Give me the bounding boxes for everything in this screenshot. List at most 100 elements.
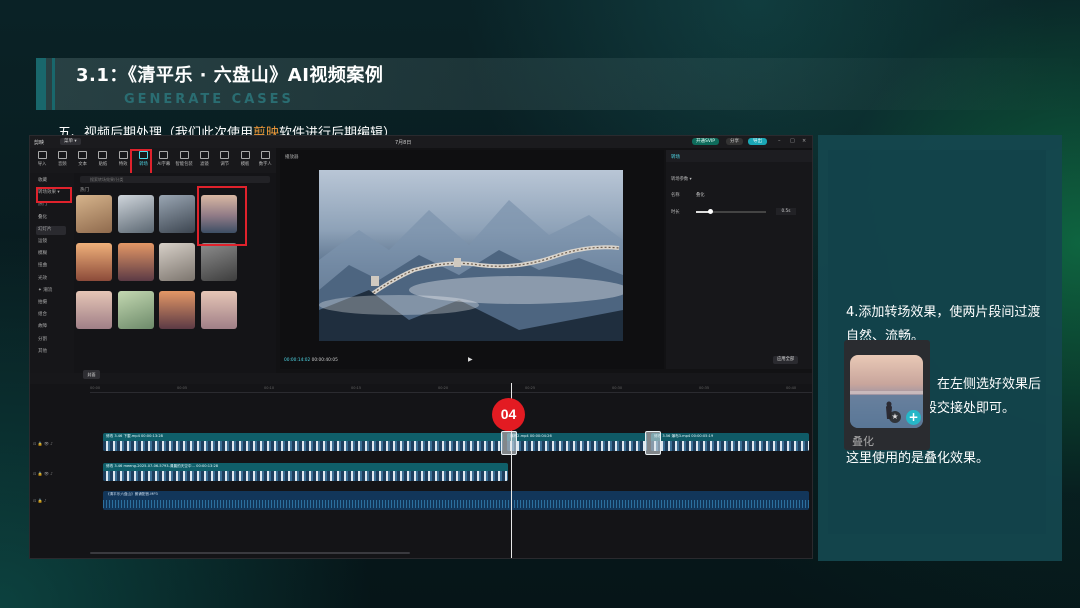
props-tab-bar: 转场: [666, 150, 812, 162]
toolbar-tab-icon: [37, 151, 47, 159]
duration-value[interactable]: 0.5s: [776, 208, 796, 215]
transition-thumb[interactable]: 翻页: [76, 291, 112, 329]
player-panel: 播放器 00:00:14:02 00:00:40:05 ▶: [280, 150, 664, 369]
toolbar-tab-icon: [98, 151, 108, 159]
transition-thumb[interactable]: 渐变过渡: [200, 243, 237, 281]
duration-slider[interactable]: [696, 211, 766, 213]
ruler-tick: 00:00: [90, 386, 101, 390]
toolbar-tab[interactable]: 贴纸: [93, 151, 113, 167]
sidebar-item[interactable]: 故障: [38, 323, 47, 329]
toolbar-tab[interactable]: 智能包装: [174, 151, 194, 167]
transition-thumb[interactable]: 逆光: [117, 243, 154, 281]
dissolve-effect-card: ★ + 叠化: [844, 340, 930, 450]
sidebar-item[interactable]: 分割: [38, 336, 47, 342]
sidebar-item[interactable]: 光效: [38, 275, 47, 281]
sidebar-item[interactable]: 运镜: [38, 238, 47, 244]
favorite-icon[interactable]: ★: [889, 411, 901, 423]
properties-panel: 转场 转场参数 ▾ 名称 叠化 时长 0.5s 应用全部: [666, 150, 812, 369]
toolbar-tab-label: 数字人: [258, 162, 272, 167]
sidebar-item[interactable]: 扭曲: [38, 262, 47, 268]
toolbar-tab-icon: [240, 151, 250, 159]
props-name-label: 名称: [671, 193, 680, 198]
transition-thumb[interactable]: 模糊推近: [159, 243, 195, 281]
video-clip-1[interactable]: 修改 3.46 下載.mp4 00:00:13:28: [103, 433, 503, 451]
audio-clip[interactable]: 《清平乐六盘山》朗诵配音.MP3: [103, 491, 809, 510]
transition-marker-2[interactable]: [645, 431, 661, 455]
sidebar-item[interactable]: 收藏: [38, 177, 47, 183]
toolbar-tab[interactable]: 文本: [73, 151, 93, 167]
sidebar-item[interactable]: 叠化: [38, 214, 47, 220]
transition-thumb[interactable]: 旋转过渡: [200, 291, 237, 329]
ruler-tick: 00:20: [438, 386, 449, 390]
toolbar-tab[interactable]: AI字幕: [154, 151, 174, 167]
sidebar-item[interactable]: 幻灯片: [38, 226, 52, 232]
apply-all-button[interactable]: 应用全部: [773, 356, 799, 364]
toolbar-tab[interactable]: 模板: [235, 151, 255, 167]
slide-subtitle: GENERATE CASES: [124, 92, 294, 107]
ruler-tick: 00:10: [264, 386, 275, 390]
app-logo: 剪映: [34, 140, 45, 146]
clip-label: 修改 3.56 瀑布3.mp4 00:00:05:19: [654, 434, 714, 438]
transition-thumb[interactable]: 雾化: [159, 195, 195, 233]
props-section[interactable]: 转场参数 ▾: [671, 176, 692, 182]
toolbar-tab-icon: [159, 151, 169, 159]
sidebar-item[interactable]: 组合: [38, 311, 47, 317]
total-time: 00:00:40:05: [311, 358, 338, 363]
hot-section-label: 热门: [80, 188, 89, 193]
transition-thumb[interactable]: 云雾: [76, 243, 112, 281]
props-name-value: 叠化: [696, 193, 705, 198]
toolbar-tab-icon: [78, 151, 88, 159]
minimize-icon[interactable]: –: [778, 138, 781, 144]
toolbar-tab[interactable]: 滤镜: [194, 151, 214, 167]
sidebar-item[interactable]: ✦ 潮流: [38, 287, 52, 293]
transition-marker-1[interactable]: [501, 431, 517, 455]
svip-button[interactable]: 开通SVIP: [692, 138, 719, 145]
info-paragraph-3: 这里使用的是叠化效果。: [846, 451, 990, 466]
toolbar-tab[interactable]: 调节: [215, 151, 235, 167]
video-clip-3[interactable]: 修改 3.56 瀑布3.mp4 00:00:05:19: [651, 433, 809, 451]
toolbar-tab[interactable]: 导入: [32, 151, 52, 167]
time-readout: 00:00:14:02 00:00:40:05: [284, 358, 338, 363]
maximize-icon[interactable]: □: [790, 138, 795, 144]
clip-label: 修改 3.46 下載.mp4 00:00:13:28: [106, 434, 163, 438]
preview-video[interactable]: [319, 170, 623, 341]
step-badge: 04: [492, 398, 525, 431]
track-controls-1[interactable]: ⊡ 🔒 👁 ♪: [33, 441, 53, 446]
clip-filmstrip: [103, 441, 503, 451]
track-controls-2[interactable]: ⊡ 🔒 👁 ♪: [33, 471, 53, 476]
transition-thumb[interactable]: 立方翻转: [159, 291, 195, 329]
share-button[interactable]: 分享: [726, 138, 743, 145]
transition-thumb[interactable]: 撕纸: [117, 195, 154, 233]
card-label: 叠化: [852, 435, 874, 448]
close-icon[interactable]: ×: [802, 138, 806, 144]
clip-filmstrip: [103, 471, 508, 481]
great-wall-landscape: [319, 200, 623, 341]
audio-waveform: [103, 500, 809, 508]
menu-button[interactable]: 菜单 ▾: [60, 138, 81, 145]
asset-toolbar: 导入 音频 文本 贴纸 特效 转场 AI字幕 智能包装 滤镜 调节 模板 数字人: [30, 148, 276, 173]
toolbar-tab[interactable]: 数字人: [255, 151, 275, 167]
play-icon[interactable]: ▶: [468, 356, 473, 363]
video-clip-track2[interactable]: 修改 3.46 meeng-2025-07-06-5793-清晨的天空中… 00…: [103, 463, 508, 481]
cover-button[interactable]: 封面: [83, 370, 100, 379]
props-tab[interactable]: 转场: [671, 154, 680, 160]
ruler-tick: 00:05: [177, 386, 188, 390]
add-icon[interactable]: +: [906, 410, 921, 425]
transition-thumb[interactable]: 摇摆: [117, 291, 154, 329]
toolbar-tab[interactable]: 音频: [52, 151, 72, 167]
timeline-toolbar: [30, 373, 812, 384]
transition-thumb[interactable]: 推近拉远: [76, 195, 112, 233]
export-button[interactable]: 导出: [748, 138, 767, 145]
duration-slider-knob[interactable]: [707, 209, 713, 214]
toolbar-tab-label: 智能包装: [175, 162, 193, 167]
toolbar-tab-label: 滤镜: [200, 162, 209, 167]
ruler-tick: 00:15: [351, 386, 362, 390]
video-clip-2[interactable]: 瀑布2.mp4 00:00:04:26: [507, 433, 647, 451]
sidebar-item[interactable]: 拍摄: [38, 299, 47, 305]
sidebar-item[interactable]: 其他: [38, 348, 47, 354]
timeline-scrollbar[interactable]: [90, 552, 410, 554]
sidebar-item[interactable]: 模糊: [38, 250, 47, 256]
track-controls-audio[interactable]: ⊡ 🔒 ♪: [33, 498, 46, 503]
search-input[interactable]: 搜索转场效果/分类: [80, 176, 270, 183]
toolbar-tab-icon: [118, 151, 128, 159]
